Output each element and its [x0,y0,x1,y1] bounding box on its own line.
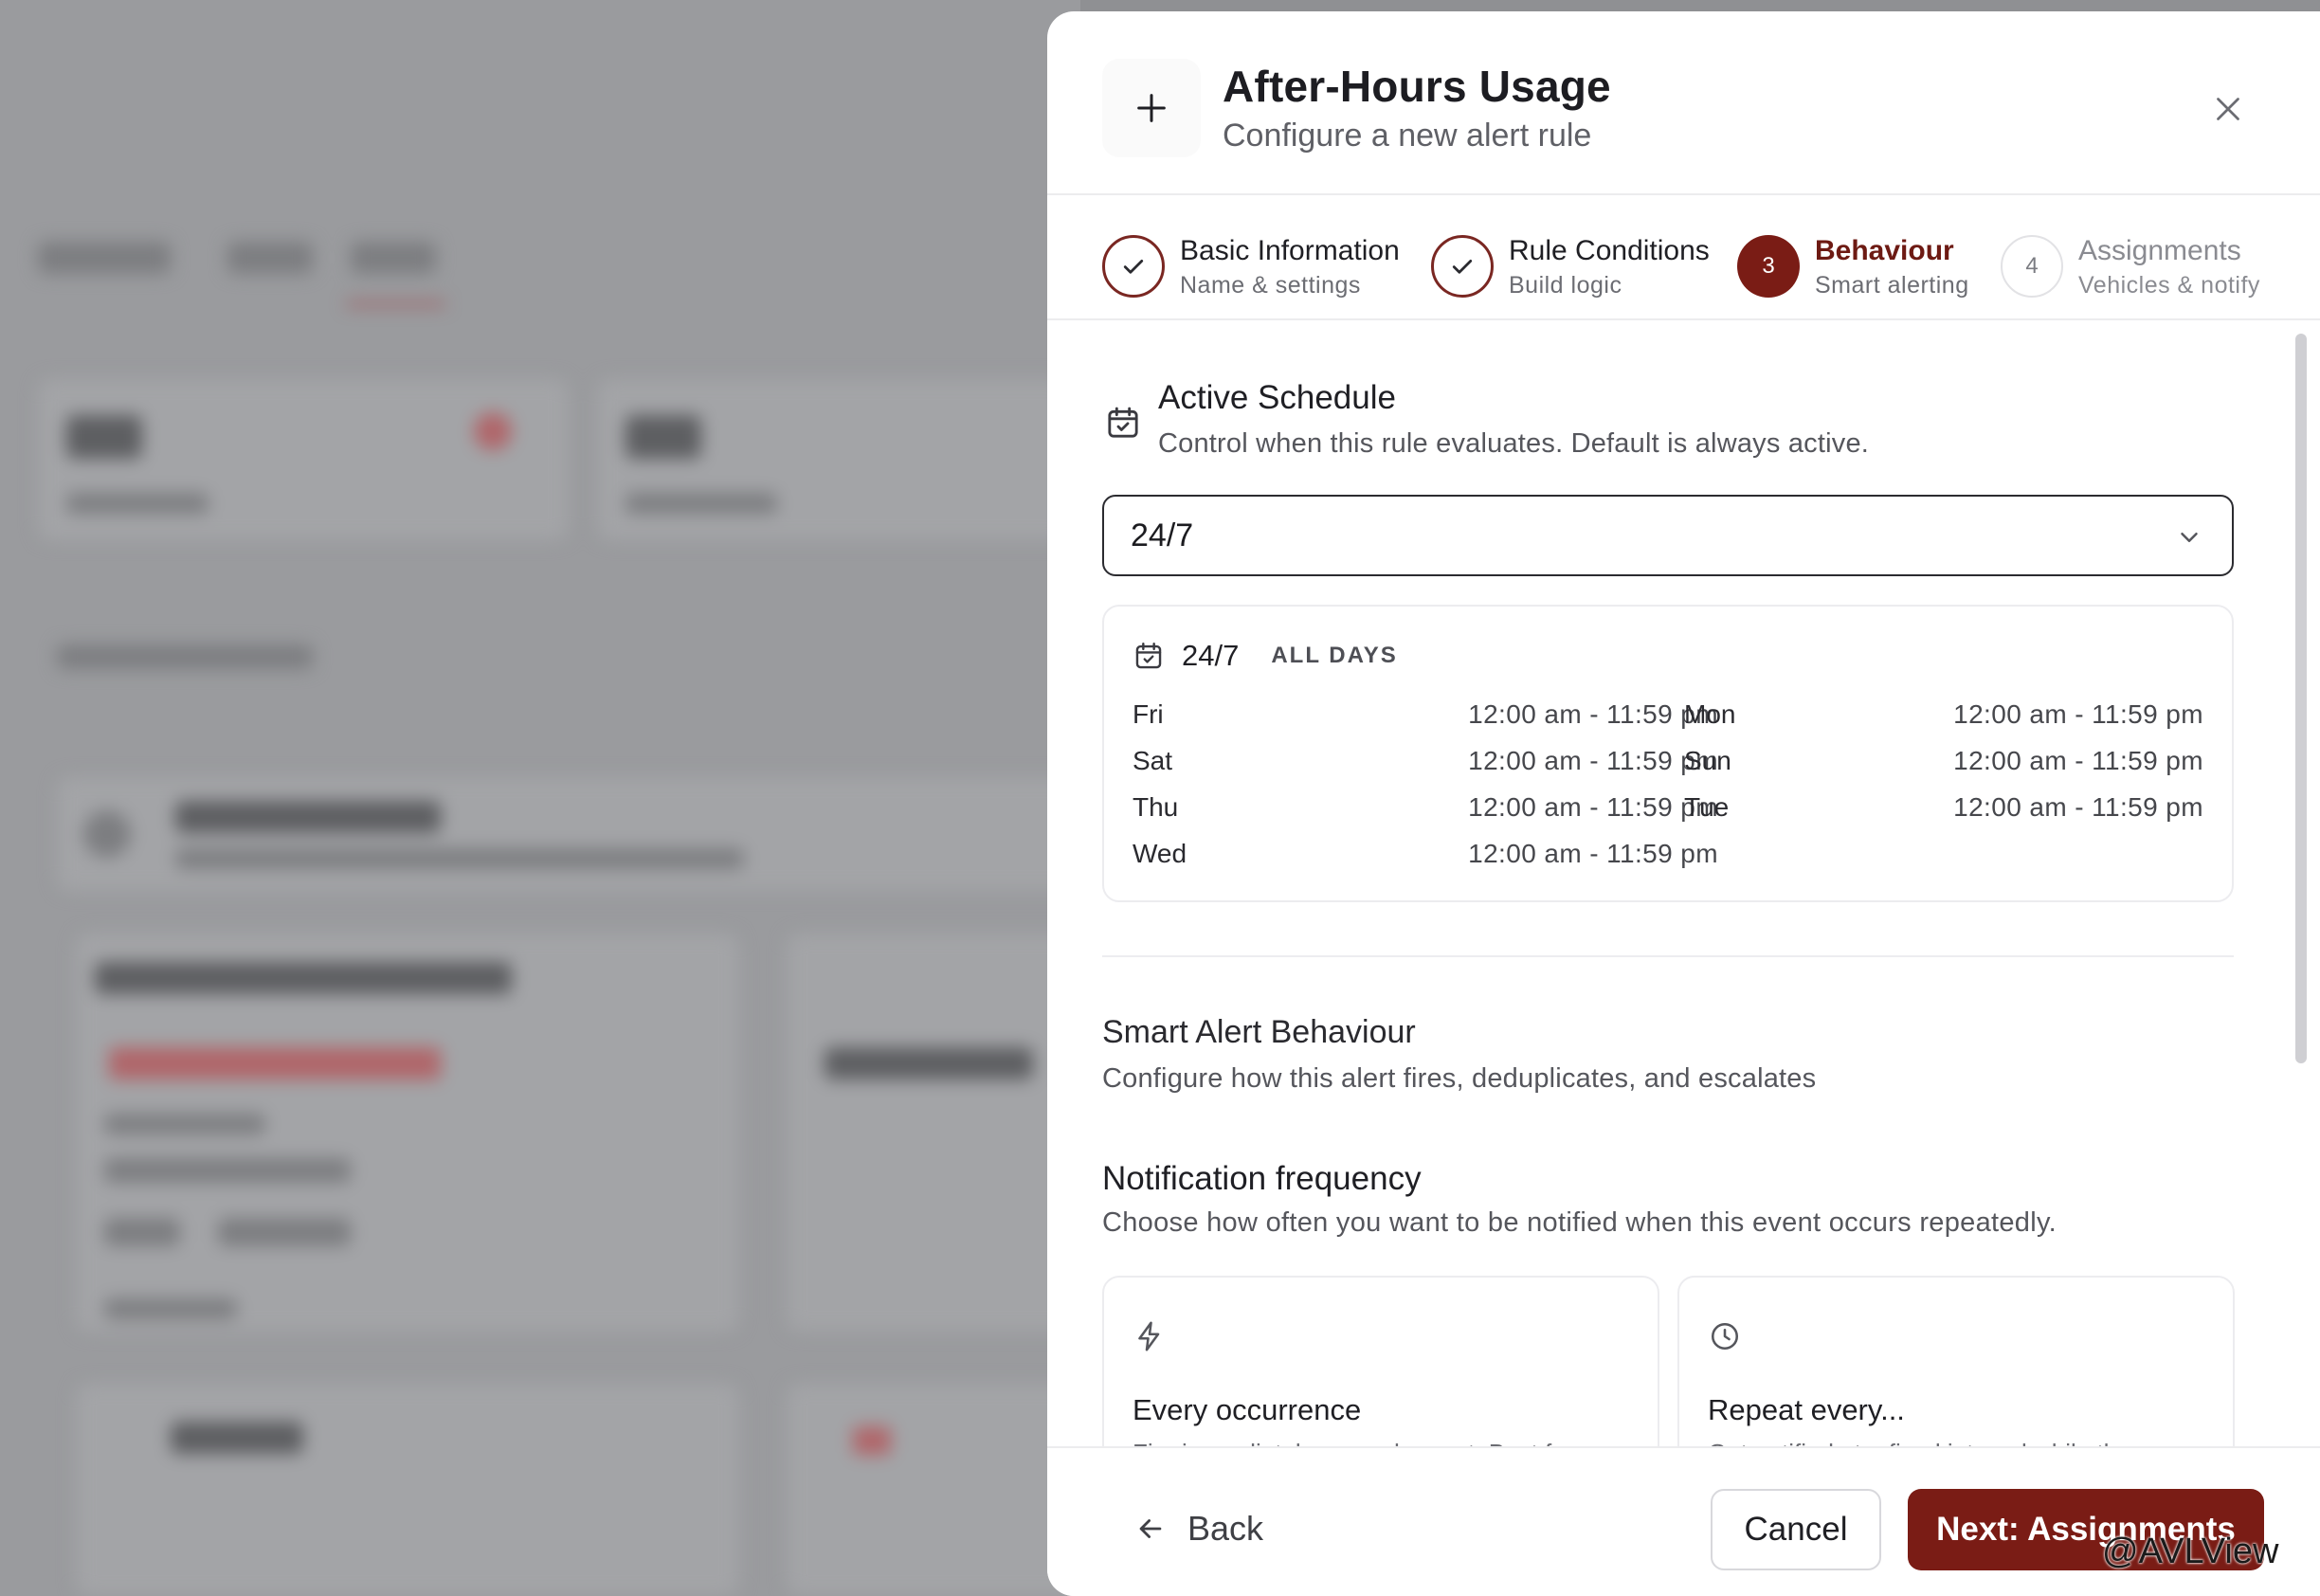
schedule-time: 12:00 am - 11:59 pm [1468,746,1718,775]
schedule-day: Sat [1133,746,1173,775]
active-schedule-subtitle: Control when this rule evaluates. Defaul… [1158,428,1870,459]
modal-header: After-Hours Usage Configure a new alert … [1047,11,2320,195]
watermark: @AVLView [2102,1532,2279,1571]
step-number: 3 [1737,235,1800,298]
step-sublabel: Name & settings [1180,272,1361,299]
create-alert-rule-modal: After-Hours Usage Configure a new alert … [1047,11,2320,1596]
clock-icon [1711,1322,1739,1351]
modal-body: Active Schedule Control when this rule e… [1047,322,2320,1446]
step-behaviour[interactable]: 3 Behaviour Smart alerting [1737,233,1969,301]
blurred-background-content [0,0,1080,1596]
step-label: Rule Conditions [1509,235,1710,266]
schedule-select[interactable]: 24/7 [1102,495,2234,576]
step-label: Behaviour [1815,235,1954,266]
lightning-icon [1138,1321,1160,1351]
arrow-left-icon [1139,1519,1162,1538]
schedule-day: Tue [1684,792,1730,822]
section-divider [1102,955,2234,957]
option-description: Fire immediately on each event. Best for [1133,1439,1573,1446]
modal-subtitle: Configure a new alert rule [1223,118,1592,154]
notification-frequency-subtitle: Choose how often you want to be notified… [1102,1207,2057,1238]
step-label: Basic Information [1180,235,1400,266]
option-title: Every occurrence [1133,1393,1362,1426]
schedule-day: Mon [1684,699,1736,729]
step-basic-information[interactable]: Basic Information Name & settings [1102,233,1400,301]
step-number: 4 [2001,235,2063,298]
check-icon [1102,235,1165,298]
schedule-day: Wed [1133,839,1187,868]
active-schedule-title: Active Schedule [1158,379,1396,416]
schedule-time: 12:00 am - 11:59 pm [1468,792,1718,822]
schedule-time: 12:00 am - 11:59 pm [1953,699,2203,729]
smart-alert-subtitle: Configure how this alert fires, deduplic… [1102,1063,1817,1094]
step-indicator: Basic Information Name & settings Rule C… [1047,197,2320,320]
back-button[interactable]: Back [1134,1509,1263,1549]
check-icon [1431,235,1494,298]
plus-icon [1102,59,1201,157]
back-button-label: Back [1187,1509,1264,1548]
modal-title: After-Hours Usage [1223,62,1611,111]
step-sublabel: Build logic [1509,272,1622,299]
schedule-name: 24/7 [1182,639,1240,672]
step-rule-conditions[interactable]: Rule Conditions Build logic [1431,233,1710,301]
notification-frequency-title: Notification frequency [1102,1160,1422,1197]
option-description: Get notified at a fixed interval while t… [1708,1439,2131,1446]
schedule-time: 12:00 am - 11:59 pm [1953,746,2203,775]
modal-footer: Back Cancel Next: Assignments [1047,1446,2320,1596]
schedule-time: 12:00 am - 11:59 pm [1468,839,1718,868]
option-title: Repeat every... [1708,1393,1905,1426]
calendar-check-icon [1108,407,1138,438]
smart-alert-title: Smart Alert Behaviour [1102,1014,1416,1050]
option-repeat-every[interactable]: Repeat every... Get notified at a fixed … [1677,1276,2235,1446]
option-every-occurrence[interactable]: Every occurrence Fire immediately on eac… [1102,1276,1659,1446]
step-sublabel: Vehicles & notify [2078,272,2260,299]
schedule-time: 12:00 am - 11:59 pm [1953,792,2203,822]
schedule-time: 12:00 am - 11:59 pm [1468,699,1718,729]
step-label: Assignments [2078,235,2241,266]
step-sublabel: Smart alerting [1815,272,1969,299]
scrollbar-thumb[interactable] [2295,334,2307,1063]
step-assignments[interactable]: 4 Assignments Vehicles & notify [2001,233,2260,301]
close-icon [2217,98,2239,120]
schedule-day: Fri [1133,699,1164,729]
schedule-day: Thu [1133,792,1179,822]
close-button[interactable] [2202,82,2255,136]
schedule-day: Sun [1684,746,1731,775]
chevron-down-icon [2181,533,2198,542]
cancel-button[interactable]: Cancel [1711,1489,1881,1570]
schedule-select-value: 24/7 [1131,517,1194,553]
background-app [0,0,1080,1596]
schedule-days-badge: ALL DAYS [1271,643,1398,668]
schedule-summary-card: 24/7 ALL DAYS Fri 12:00 am - 11:59 pm Sa… [1102,605,2234,902]
calendar-check-icon [1135,643,1162,669]
